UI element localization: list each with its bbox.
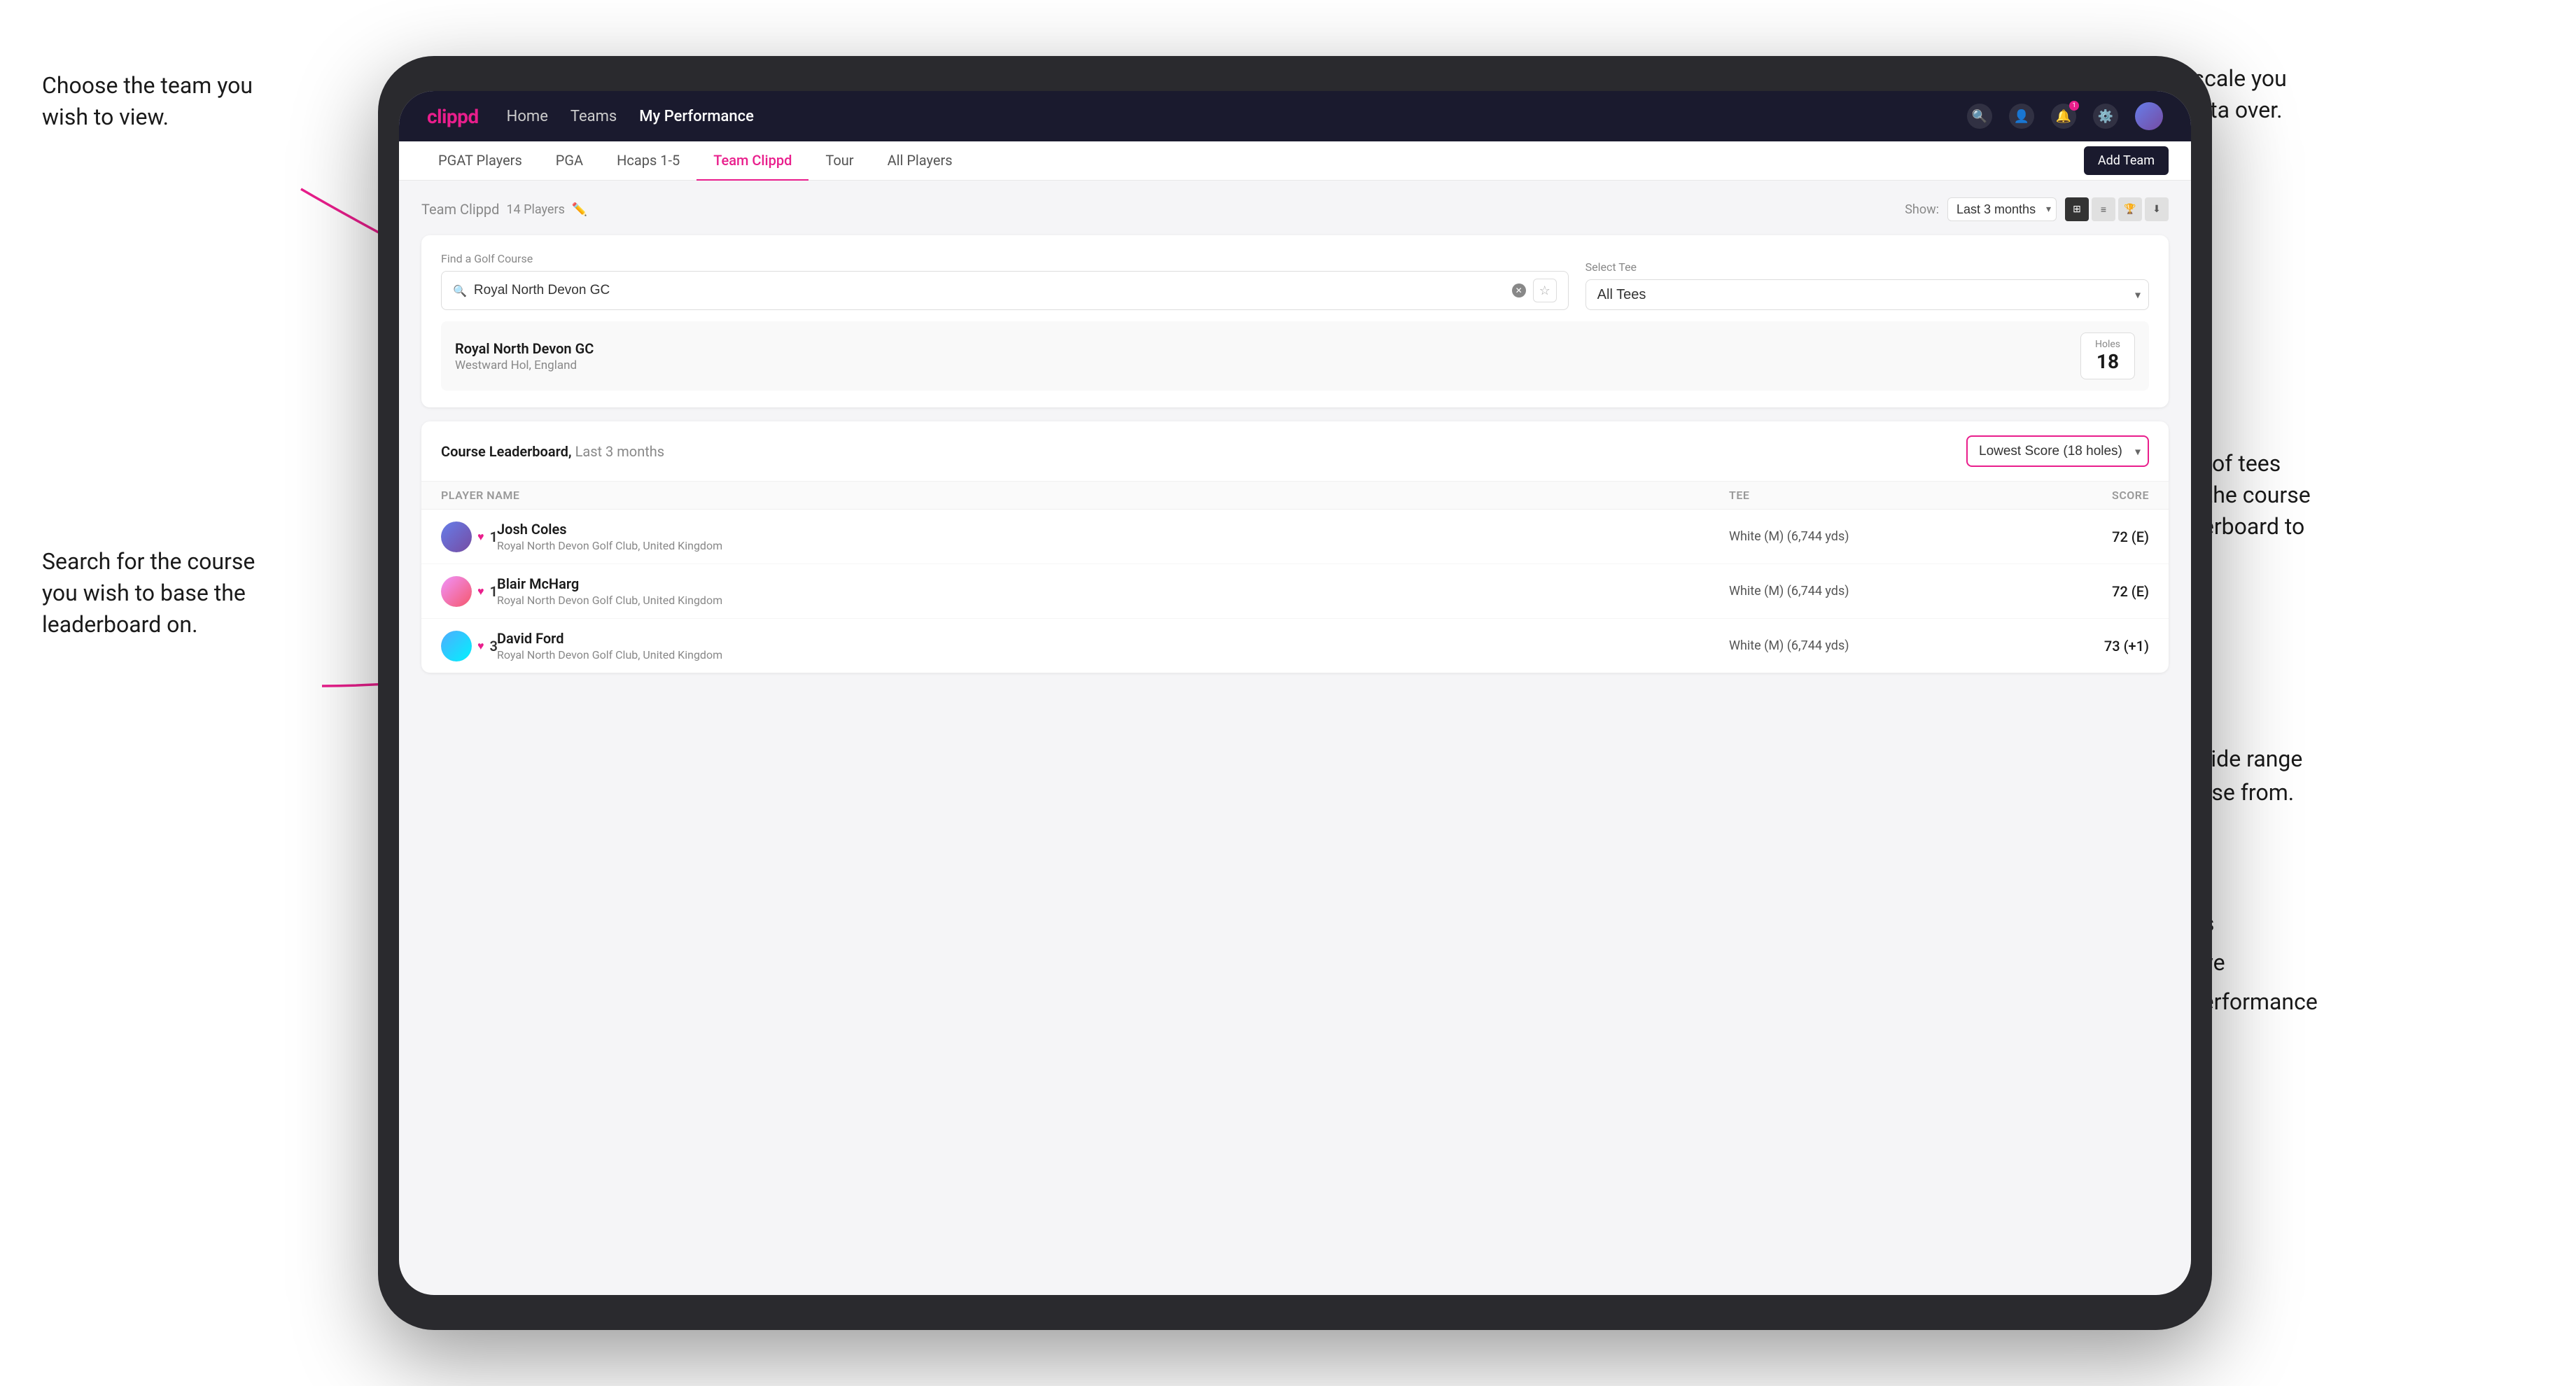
search-section: Find a Golf Course 🔍 ✕ ☆ Select Tee Al xyxy=(421,235,2169,407)
sub-nav-all-players[interactable]: All Players xyxy=(871,141,969,181)
score-cell-3: 73 (+1) xyxy=(2009,638,2149,654)
table-row: ♥ 1 Josh Coles Royal North Devon Golf Cl… xyxy=(421,510,2169,564)
table-header-row: PLAYER NAME TEE SCORE xyxy=(421,482,2169,510)
search-icon[interactable]: 🔍 xyxy=(1967,104,1992,129)
show-dropdown[interactable]: Last 3 months Last month Last 6 months L… xyxy=(1947,197,2057,221)
search-input-wrapper: 🔍 ✕ ☆ xyxy=(441,271,1569,310)
course-result: Royal North Devon GC Westward Hol, Engla… xyxy=(441,321,2149,391)
rank-cell-3: ♥ 3 xyxy=(441,631,497,662)
nav-links: Home Teams My Performance xyxy=(507,108,1939,125)
nav-bar: clippd Home Teams My Performance 🔍 👤 🔔 1… xyxy=(399,91,2191,141)
nav-icons: 🔍 👤 🔔 1 ⚙️ xyxy=(1967,102,2163,130)
course-location: Westward Hol, England xyxy=(455,358,594,372)
score-cell-1: 72 (E) xyxy=(2009,528,2149,545)
course-name: Royal North Devon GC xyxy=(455,340,594,357)
tee-cell-3: White (M) (6,744 yds) xyxy=(1729,638,2009,653)
table-row: ♥ 3 David Ford Royal North Devon Golf Cl… xyxy=(421,619,2169,673)
edit-icon[interactable]: ✏️ xyxy=(572,202,587,217)
team-title: Team Clippd 14 Players xyxy=(421,201,565,218)
heart-icon-1: ♥ xyxy=(477,530,484,544)
tablet-frame: clippd Home Teams My Performance 🔍 👤 🔔 1… xyxy=(378,56,2212,1330)
player-name-1: Josh Coles xyxy=(497,521,1729,538)
add-team-button[interactable]: Add Team xyxy=(2084,146,2169,175)
player-avatar-3 xyxy=(441,631,472,662)
leaderboard-header: Course Leaderboard, Last 3 months Lowest… xyxy=(421,421,2169,482)
tee-cell-2: White (M) (6,744 yds) xyxy=(1729,584,2009,598)
annotation-team: Choose the team youwish to view. xyxy=(42,70,253,133)
select-tee-label: Select Tee xyxy=(1586,260,2149,274)
player-avatar-1 xyxy=(441,522,472,552)
tee-col: Select Tee All Tees White (M) (6,744 yds… xyxy=(1586,260,2149,310)
leaderboard-section: Course Leaderboard, Last 3 months Lowest… xyxy=(421,421,2169,673)
annotation-search: Search for the courseyou wish to base th… xyxy=(42,546,255,640)
holes-number: 18 xyxy=(2095,350,2120,373)
tee-dropdown-wrapper: All Tees White (M) (6,744 yds) Yellow (M… xyxy=(1586,279,2149,310)
search-col: Find a Golf Course 🔍 ✕ ☆ xyxy=(441,252,1569,310)
leaderboard-title: Course Leaderboard, Last 3 months xyxy=(441,443,664,460)
player-info-3: David Ford Royal North Devon Golf Club, … xyxy=(497,630,1729,662)
clear-search-button[interactable]: ✕ xyxy=(1512,284,1526,298)
rank-cell-2: ♥ 1 xyxy=(441,576,497,607)
show-label: Show: xyxy=(1905,202,1939,217)
course-search-input[interactable] xyxy=(474,283,1505,298)
holes-badge: Holes 18 xyxy=(2080,332,2135,379)
search-row: Find a Golf Course 🔍 ✕ ☆ Select Tee Al xyxy=(441,252,2149,310)
heart-icon-2: ♥ xyxy=(477,584,484,598)
player-name-2: Blair McHarg xyxy=(497,575,1729,592)
show-dropdown-wrapper: Last 3 months Last month Last 6 months L… xyxy=(1947,197,2057,221)
player-name-3: David Ford xyxy=(497,630,1729,647)
sub-nav-pgat[interactable]: PGAT Players xyxy=(421,141,539,181)
holes-label: Holes xyxy=(2095,339,2120,350)
player-club-1: Royal North Devon Golf Club, United King… xyxy=(497,539,1729,552)
player-info-1: Josh Coles Royal North Devon Golf Club, … xyxy=(497,521,1729,552)
tee-dropdown[interactable]: All Tees White (M) (6,744 yds) Yellow (M… xyxy=(1586,279,2149,310)
avatar[interactable] xyxy=(2135,102,2163,130)
sub-nav-tour[interactable]: Tour xyxy=(808,141,870,181)
table-row: ♥ 1 Blair McHarg Royal North Devon Golf … xyxy=(421,564,2169,619)
player-avatar-2 xyxy=(441,576,472,607)
tee-cell-1: White (M) (6,744 yds) xyxy=(1729,529,2009,544)
download-button[interactable]: ⬇ xyxy=(2145,197,2169,221)
trophy-view-button[interactable]: 🏆 xyxy=(2118,197,2142,221)
player-info-2: Blair McHarg Royal North Devon Golf Club… xyxy=(497,575,1729,607)
sub-nav: PGAT Players PGA Hcaps 1-5 Team Clippd T… xyxy=(399,141,2191,181)
sub-nav-team-clippd[interactable]: Team Clippd xyxy=(696,141,808,181)
course-info: Royal North Devon GC Westward Hol, Engla… xyxy=(455,340,594,372)
nav-logo: clippd xyxy=(427,105,479,128)
nav-link-home[interactable]: Home xyxy=(507,108,548,125)
list-view-button[interactable]: ≡ xyxy=(2092,197,2115,221)
score-dropdown-wrapper: Lowest Score (18 holes) Most Birdies Lon… xyxy=(1966,435,2149,467)
nav-link-performance[interactable]: My Performance xyxy=(639,108,754,125)
grid-view-button[interactable]: ⊞ xyxy=(2065,197,2089,221)
tee-header: TEE xyxy=(1729,489,2009,502)
score-type-dropdown[interactable]: Lowest Score (18 holes) Most Birdies Lon… xyxy=(1966,435,2149,467)
player-club-2: Royal North Devon Golf Club, United King… xyxy=(497,594,1729,607)
find-course-label: Find a Golf Course xyxy=(441,252,1569,265)
view-icons: ⊞ ≡ 🏆 ⬇ xyxy=(2065,197,2169,221)
tablet-screen: clippd Home Teams My Performance 🔍 👤 🔔 1… xyxy=(399,91,2191,1295)
player-club-3: Royal North Devon Golf Club, United King… xyxy=(497,648,1729,662)
score-cell-2: 72 (E) xyxy=(2009,583,2149,600)
sub-nav-hcaps[interactable]: Hcaps 1-5 xyxy=(600,141,696,181)
sub-nav-pga[interactable]: PGA xyxy=(539,141,600,181)
search-icon-small: 🔍 xyxy=(453,284,467,298)
main-content: Team Clippd 14 Players ✏️ Show: Last 3 m… xyxy=(399,181,2191,690)
settings-icon[interactable]: ⚙️ xyxy=(2093,104,2118,129)
score-header: SCORE xyxy=(2009,489,2149,502)
player-name-header: PLAYER NAME xyxy=(441,489,1729,502)
heart-icon-3: ♥ xyxy=(477,639,484,653)
user-icon[interactable]: 👤 xyxy=(2009,104,2034,129)
favorite-button[interactable]: ☆ xyxy=(1533,279,1557,302)
team-header: Team Clippd 14 Players ✏️ Show: Last 3 m… xyxy=(421,197,2169,221)
show-section: Show: Last 3 months Last month Last 6 mo… xyxy=(1905,197,2169,221)
bell-icon[interactable]: 🔔 1 xyxy=(2051,104,2076,129)
leaderboard-table: PLAYER NAME TEE SCORE ♥ 1 xyxy=(421,482,2169,673)
rank-cell-1: ♥ 1 xyxy=(441,522,497,552)
nav-link-teams[interactable]: Teams xyxy=(570,108,617,125)
